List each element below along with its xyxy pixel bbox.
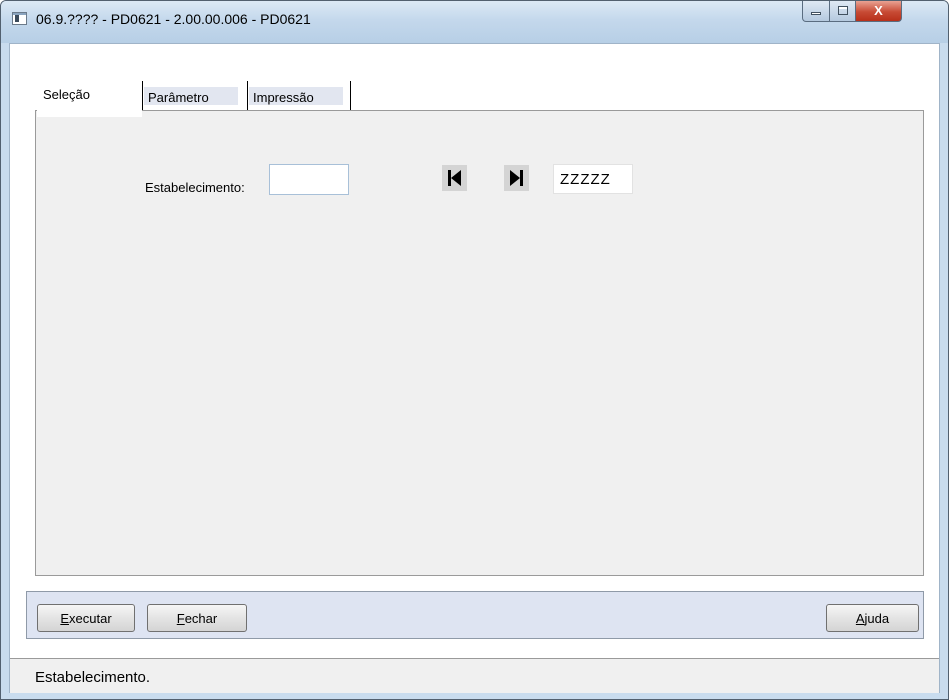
execute-button[interactable]: Executar <box>37 604 135 632</box>
first-record-icon <box>448 170 461 186</box>
window-title: 06.9.???? - PD0621 - 2.00.00.006 - PD062… <box>36 11 311 27</box>
execute-label: xecutar <box>69 610 112 626</box>
close-label: echar <box>184 610 218 626</box>
status-bar: Estabelecimento. <box>10 658 939 693</box>
estabelecimento-end-input[interactable] <box>553 164 633 194</box>
help-mnemonic: A <box>855 610 865 626</box>
first-record-button[interactable] <box>442 165 467 191</box>
last-record-icon <box>510 170 523 186</box>
maximize-button[interactable] <box>829 1 856 22</box>
tab-parametro-face: Parâmetro <box>144 87 238 105</box>
application-window: 06.9.???? - PD0621 - 2.00.00.006 - PD062… <box>0 0 949 700</box>
minimize-icon <box>811 12 821 15</box>
estabelecimento-label: Estabelecimento: <box>145 180 245 195</box>
minimize-button[interactable] <box>802 1 830 22</box>
tab-selecao-label: Seleção <box>43 87 90 102</box>
estabelecimento-start-input[interactable] <box>269 164 349 195</box>
close-window-button[interactable]: X <box>855 1 902 22</box>
tab-selecao[interactable]: Seleção <box>37 77 142 117</box>
button-bar: Executar Fechar Ajuda <box>26 591 924 639</box>
tab-impressao-face: Impressão <box>249 87 343 105</box>
status-text: Estabelecimento. <box>35 669 151 686</box>
client-area: Seleção Parâmetro Impressão Estabelecime… <box>9 43 940 693</box>
tab-divider <box>142 81 143 110</box>
tab-parametro-label: Parâmetro <box>148 90 209 105</box>
close-icon: X <box>874 3 883 18</box>
close-button[interactable]: Fechar <box>147 604 247 632</box>
last-record-button[interactable] <box>504 165 529 191</box>
maximize-icon <box>838 6 848 15</box>
execute-mnemonic: E <box>60 610 70 626</box>
help-label: juda <box>864 610 890 626</box>
app-icon[interactable] <box>12 12 27 25</box>
help-button[interactable]: Ajuda <box>826 604 919 632</box>
selection-panel: Estabelecimento: <box>35 110 924 576</box>
tab-divider <box>350 81 351 110</box>
tab-divider <box>247 81 248 110</box>
title-bar[interactable]: 06.9.???? - PD0621 - 2.00.00.006 - PD062… <box>1 1 948 43</box>
tab-impressao-label: Impressão <box>253 90 314 105</box>
close-mnemonic: F <box>176 610 185 626</box>
